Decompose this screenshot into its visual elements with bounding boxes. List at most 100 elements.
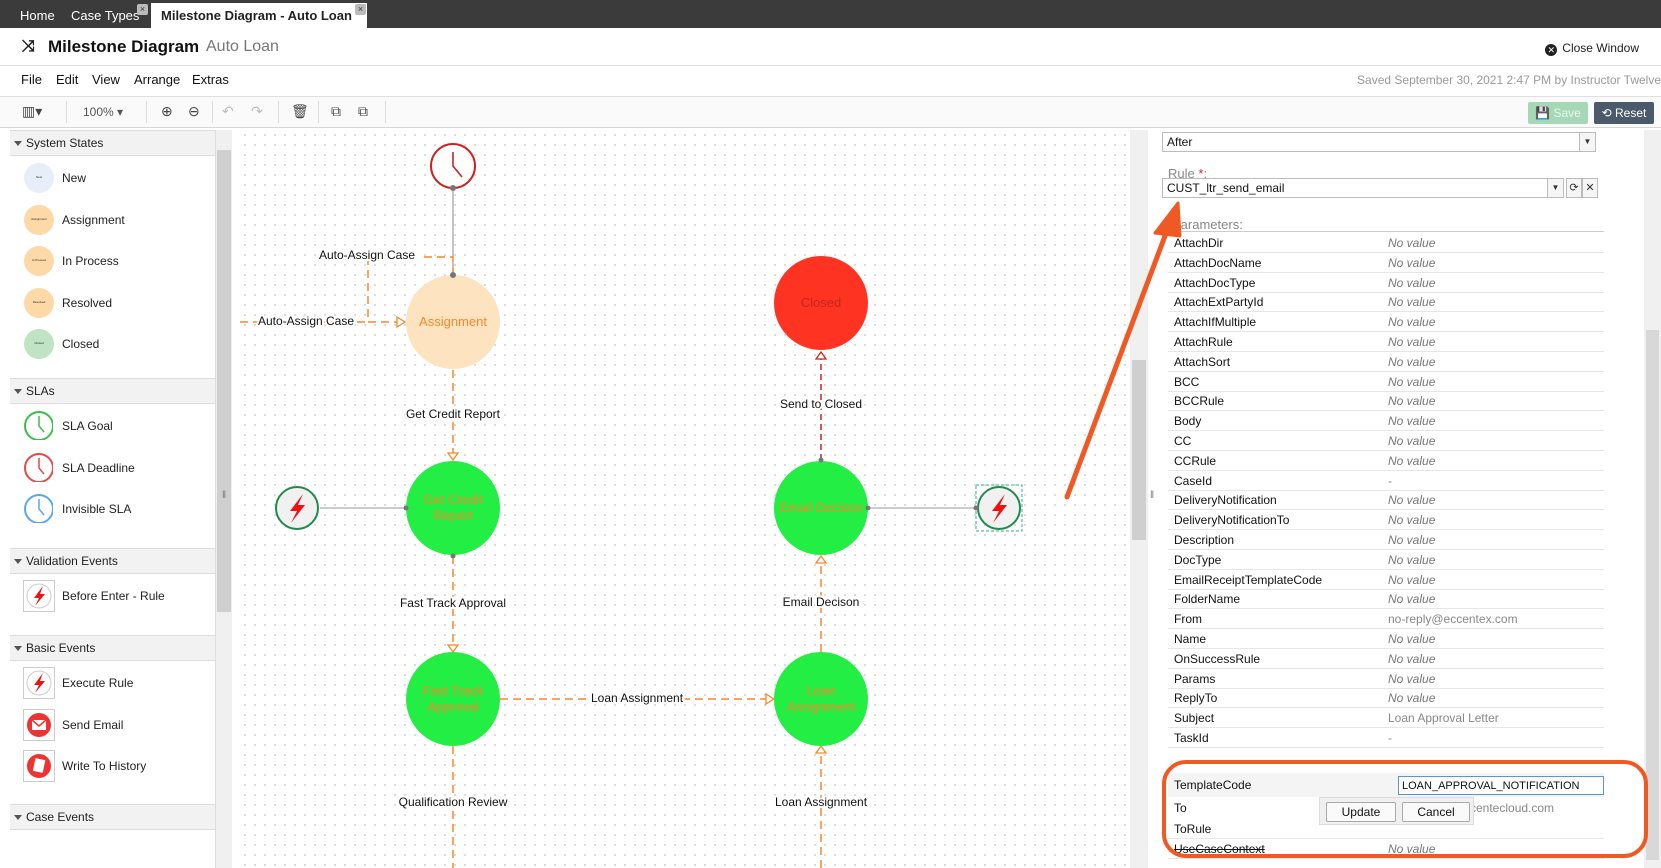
zoom-out-icon[interactable]: ⊖ — [188, 103, 200, 120]
param-row[interactable]: Name No value — [1168, 628, 1604, 649]
param-row[interactable]: CC No value — [1168, 430, 1604, 451]
template-code-input[interactable] — [1398, 776, 1604, 795]
menu-view[interactable]: View — [92, 72, 120, 87]
splitter-handle[interactable]: ‖ — [222, 490, 226, 501]
clear-icon[interactable]: ✕ — [1582, 178, 1598, 198]
param-row[interactable]: AttachDocName No value — [1168, 252, 1604, 273]
save-button[interactable]: 💾 Save — [1528, 102, 1588, 124]
param-row[interactable]: BCCRule No value — [1168, 390, 1604, 412]
param-row[interactable]: TaskId - — [1168, 727, 1604, 748]
to-front-icon[interactable]: ⧉ — [331, 103, 341, 120]
tab-case-types[interactable]: Case Types × — [61, 3, 149, 28]
panel-layout-icon[interactable]: ▥▾ — [22, 103, 42, 120]
param-row[interactable]: AttachSort No value — [1168, 351, 1604, 372]
param-row[interactable]: FolderName No value — [1168, 588, 1604, 610]
param-row[interactable]: DeliveryNotification No value — [1168, 489, 1604, 511]
palette-item[interactable]: Execute Rule — [10, 663, 215, 703]
param-row[interactable]: OnSuccessRule No value — [1168, 648, 1604, 669]
param-row[interactable]: From no-reply@eccentex.com — [1168, 608, 1604, 630]
palette-item[interactable]: Before Enter - Rule — [10, 576, 215, 616]
edge-label-fast-track-approval[interactable]: Fast Track Approval — [398, 594, 508, 612]
palette-item[interactable]: Resolved Resolved — [10, 283, 215, 323]
node-label: Report — [433, 508, 472, 523]
close-window-button[interactable]: ✕ Close Window — [1545, 41, 1639, 56]
param-row[interactable]: EmailReceiptTemplateCode No value — [1168, 569, 1604, 590]
tab-milestone-diagram[interactable]: Milestone Diagram - Auto Loan × — [151, 3, 367, 28]
edge-label-loan-assignment-v[interactable]: Loan Assignment — [773, 793, 870, 811]
edge-label-auto-assign-top[interactable]: Auto-Assign Case — [317, 246, 417, 264]
zoom-in-icon[interactable]: ⊕ — [161, 103, 173, 120]
arrowhead — [814, 744, 828, 754]
palette-section-header[interactable]: SLAs — [10, 378, 215, 404]
reset-button[interactable]: ⟲ Reset — [1594, 102, 1654, 124]
param-row[interactable]: ReplyTo No value — [1168, 687, 1604, 709]
param-row[interactable]: BCC No value — [1168, 371, 1604, 392]
port-dot — [450, 272, 456, 278]
book-icon — [23, 750, 55, 782]
param-row[interactable]: AttachRule No value — [1168, 331, 1604, 352]
palette-item[interactable]: SLA Goal — [10, 406, 215, 446]
cancel-button[interactable]: Cancel — [1402, 802, 1470, 822]
edge-label-auto-assign-left[interactable]: Auto-Assign Case — [256, 312, 356, 330]
rule-select[interactable]: CUST_ltr_send_email ▼ — [1162, 178, 1564, 198]
param-row[interactable]: AttachDocType No value — [1168, 272, 1604, 293]
update-button[interactable]: Update — [1326, 802, 1396, 822]
edge-label-email-decision[interactable]: Email Decison — [781, 593, 862, 611]
param-row[interactable]: Body No value — [1168, 410, 1604, 432]
param-row[interactable]: UseCaseContext No value — [1168, 838, 1604, 859]
to-back-icon[interactable]: ⧉ — [358, 103, 368, 120]
param-row[interactable]: Params No value — [1168, 668, 1604, 689]
param-row[interactable]: AttachIfMultiple No value — [1168, 311, 1604, 333]
param-row[interactable]: DocType No value — [1168, 549, 1604, 570]
menu-extras[interactable]: Extras — [192, 72, 229, 87]
param-row[interactable]: Description No value — [1168, 529, 1604, 550]
edge-label-send-to-closed[interactable]: Send to Closed — [778, 395, 864, 413]
palette-section-header[interactable]: Case Events — [10, 804, 215, 830]
palette-section-header[interactable]: System States — [10, 130, 215, 156]
palette-item[interactable]: Closed Closed — [10, 324, 215, 364]
edge-auto-assign-top[interactable] — [367, 257, 405, 323]
menu-arrange[interactable]: Arrange — [134, 72, 180, 87]
close-icon[interactable]: × — [137, 4, 148, 15]
undo-icon[interactable]: ↶ — [222, 103, 234, 120]
palette-item[interactable]: Assignment Assignment — [10, 200, 215, 240]
diagram-canvas[interactable]: Auto-Assign Case Auto-Assign Case Get Cred… — [240, 130, 1130, 868]
param-row[interactable]: DeliveryNotificationTo No value — [1168, 509, 1604, 531]
zoom-select[interactable]: 100% ▾ — [83, 105, 123, 119]
scroll-thumb[interactable] — [1646, 330, 1659, 860]
canvas-scrollbar[interactable] — [1130, 130, 1148, 868]
param-row[interactable]: Subject Loan Approval Letter — [1168, 707, 1604, 729]
edge-label-get-credit-report[interactable]: Get Credit Report — [404, 405, 503, 423]
scroll-thumb[interactable] — [1132, 360, 1146, 540]
palette-item[interactable]: Write To History — [10, 746, 215, 786]
edge-label-qualification-review[interactable]: Qualification Review — [397, 793, 510, 811]
palette-item[interactable]: New New — [10, 158, 215, 198]
edge-auto-assign-top[interactable] — [420, 256, 454, 275]
menu-edit[interactable]: Edit — [56, 72, 78, 87]
timing-select[interactable]: After ▼ — [1162, 132, 1596, 152]
palette-item[interactable]: Invisible SLA — [10, 489, 215, 529]
param-name: DeliveryNotificationTo — [1174, 513, 1290, 528]
palette-item[interactable]: SLA Deadline — [10, 448, 215, 488]
delete-icon[interactable]: 🗑 — [291, 103, 309, 120]
clock-icon — [24, 494, 53, 523]
palette-section-header[interactable]: Basic Events — [10, 635, 215, 661]
properties-scrollbar[interactable] — [1644, 130, 1661, 868]
menu-file[interactable]: File — [21, 72, 42, 87]
node-label: Fast Track — [423, 683, 484, 698]
tab-home[interactable]: Home — [10, 3, 65, 28]
palette-section-header[interactable]: Validation Events — [10, 548, 215, 574]
palette-item[interactable]: Send Email — [10, 705, 215, 745]
close-icon[interactable]: × — [355, 4, 366, 15]
param-row[interactable]: AttachExtPartyId No value — [1168, 291, 1604, 313]
param-name: AttachIfMultiple — [1174, 315, 1257, 330]
clock-icon — [24, 411, 53, 440]
redo-icon[interactable]: ↷ — [251, 103, 263, 120]
param-row[interactable]: CaseId - — [1168, 470, 1604, 491]
edge-label-loan-assignment-h[interactable]: Loan Assignment — [589, 689, 686, 707]
scroll-thumb[interactable] — [217, 150, 231, 612]
param-row[interactable]: AttachDir No value — [1168, 232, 1604, 253]
palette-item[interactable]: In Process In Process — [10, 241, 215, 281]
refresh-icon[interactable]: ⟳ — [1566, 178, 1582, 198]
param-row[interactable]: CCRule No value — [1168, 450, 1604, 471]
